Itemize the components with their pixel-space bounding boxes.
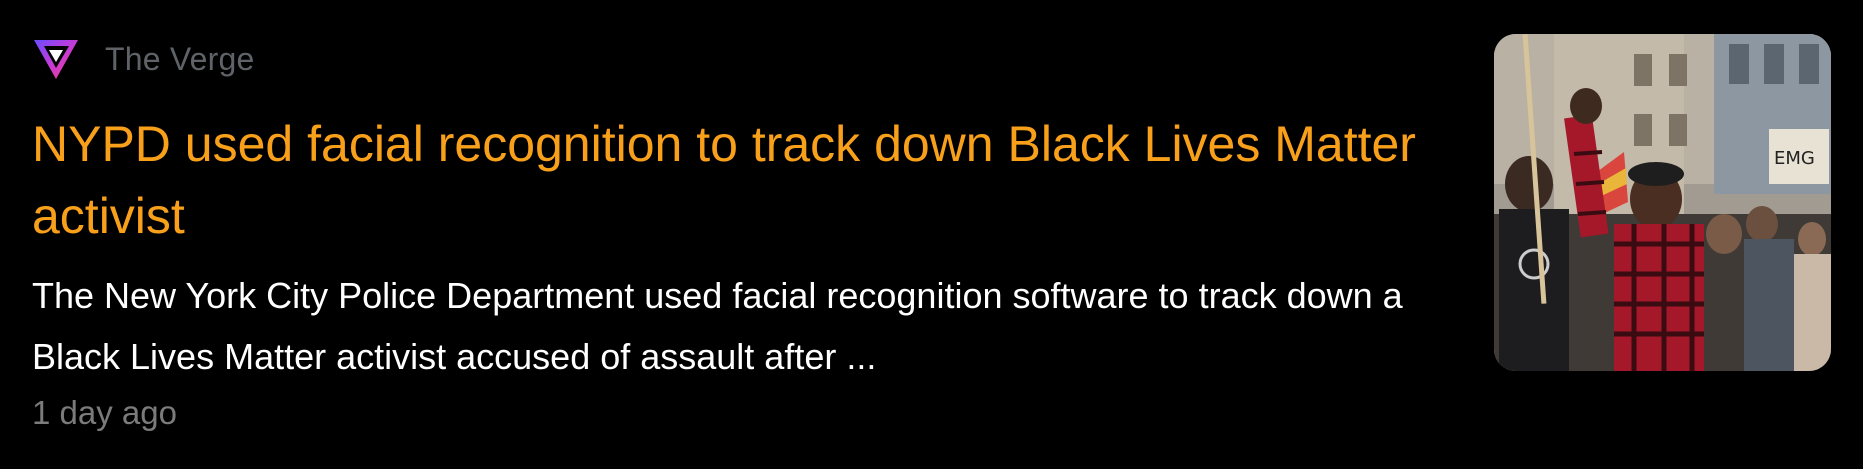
article-thumbnail[interactable]: EMG (1494, 34, 1831, 371)
article-headline[interactable]: NYPD used facial recognition to track do… (32, 108, 1432, 252)
svg-text:EMG: EMG (1774, 148, 1815, 169)
source-row: The Verge (32, 36, 254, 82)
the-verge-logo-icon (34, 40, 78, 79)
article-snippet: The New York City Police Department used… (32, 275, 1403, 377)
news-article-card[interactable]: The Verge NYPD used facial recognition t… (0, 0, 1863, 469)
protest-photo-image: EMG (1494, 34, 1831, 371)
source-name: The Verge (105, 40, 255, 77)
article-timestamp: 1 day ago (32, 394, 177, 431)
